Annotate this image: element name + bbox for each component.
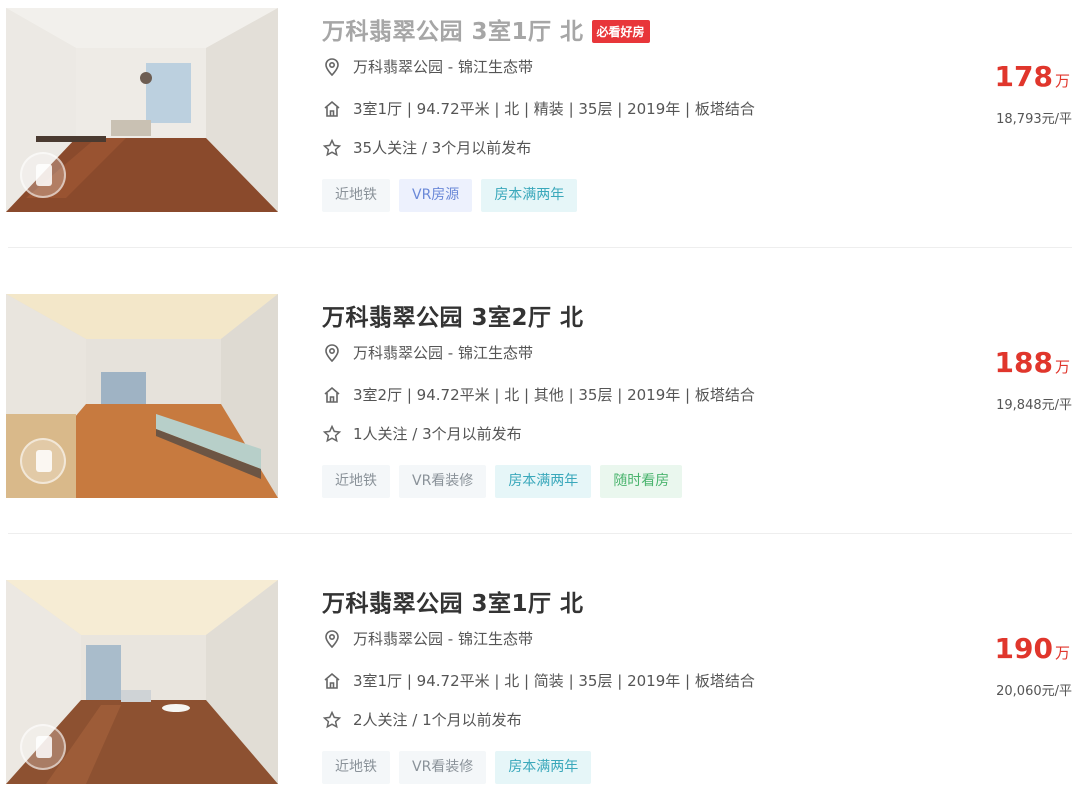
divider xyxy=(8,247,1072,248)
total-price: 188 万 xyxy=(994,346,1070,379)
unit-price: 19,848元/平 xyxy=(996,398,1072,413)
location-pin-icon xyxy=(325,343,339,362)
listing-house-info: 3室1厅 | 94.72平米 | 北 | 简装 | 35层 | 2019年 | … xyxy=(322,670,755,691)
listing-photo[interactable] xyxy=(6,8,278,212)
listing-tags: 近地铁 VR房源 房本满两年 xyxy=(322,179,578,212)
divider xyxy=(8,533,1072,534)
listing-photo[interactable] xyxy=(6,294,278,498)
listing-house-info: 3室2厅 | 94.72平米 | 北 | 其他 | 35层 | 2019年 | … xyxy=(322,384,755,405)
star-icon xyxy=(322,138,342,156)
vr-view-icon[interactable] xyxy=(20,724,66,770)
location-pin-icon xyxy=(325,57,339,76)
listing-photo[interactable] xyxy=(6,580,278,784)
listing-follow-info: 35人关注 / 3个月以前发布 xyxy=(322,137,531,158)
tag-over-two-years: 房本满两年 xyxy=(495,751,592,784)
star-icon xyxy=(322,710,342,728)
listing-follow-info: 1人关注 / 3个月以前发布 xyxy=(322,423,522,444)
listing-title[interactable]: 万科翡翠公园 3室1厅 北 xyxy=(322,584,584,618)
listing-follow-info: 2人关注 / 1个月以前发布 xyxy=(322,709,522,730)
listing-title[interactable]: 万科翡翠公园 3室1厅 北必看好房 xyxy=(322,12,650,46)
listing-card[interactable]: 万科翡翠公园 3室1厅 北 万科翡翠公园 - 锦江生态带 3室1厅 | 94.7… xyxy=(0,580,1080,802)
listing-house-info: 3室1厅 | 94.72平米 | 北 | 精装 | 35层 | 2019年 | … xyxy=(322,98,755,119)
listing-location[interactable]: 万科翡翠公园 - 锦江生态带 xyxy=(322,628,533,649)
vr-view-icon[interactable] xyxy=(20,438,66,484)
unit-price: 18,793元/平 xyxy=(996,112,1072,127)
listing-tags: 近地铁 VR看装修 房本满两年 xyxy=(322,751,592,784)
tag-near-subway: 近地铁 xyxy=(322,179,390,212)
listing-card[interactable]: 万科翡翠公园 3室2厅 北 万科翡翠公园 - 锦江生态带 3室2厅 | 94.7… xyxy=(0,294,1080,534)
tag-near-subway: 近地铁 xyxy=(322,465,390,498)
listing-card[interactable]: 万科翡翠公园 3室1厅 北必看好房 万科翡翠公园 - 锦江生态带 3室1厅 | … xyxy=(0,8,1080,248)
tag-near-subway: 近地铁 xyxy=(322,751,390,784)
house-icon xyxy=(324,672,340,689)
location-pin-icon xyxy=(325,629,339,648)
tag-vr-listing: VR房源 xyxy=(399,179,473,212)
vr-view-icon[interactable] xyxy=(20,152,66,198)
total-price: 190 万 xyxy=(994,632,1070,665)
tag-vr-decoration: VR看装修 xyxy=(399,751,487,784)
listing-tags: 近地铁 VR看装修 房本满两年 随时看房 xyxy=(322,465,683,498)
total-price: 178 万 xyxy=(994,60,1070,93)
tag-over-two-years: 房本满两年 xyxy=(481,179,578,212)
star-icon xyxy=(322,424,342,442)
unit-price: 20,060元/平 xyxy=(996,684,1072,699)
listing-location[interactable]: 万科翡翠公园 - 锦江生态带 xyxy=(322,56,533,77)
house-icon xyxy=(324,100,340,117)
listing-location[interactable]: 万科翡翠公园 - 锦江生态带 xyxy=(322,342,533,363)
house-icon xyxy=(324,386,340,403)
listing-title[interactable]: 万科翡翠公园 3室2厅 北 xyxy=(322,298,584,332)
tag-vr-decoration: VR看装修 xyxy=(399,465,487,498)
must-see-badge: 必看好房 xyxy=(591,20,650,43)
tag-over-two-years: 房本满两年 xyxy=(495,465,592,498)
tag-anytime-viewing: 随时看房 xyxy=(600,465,683,498)
